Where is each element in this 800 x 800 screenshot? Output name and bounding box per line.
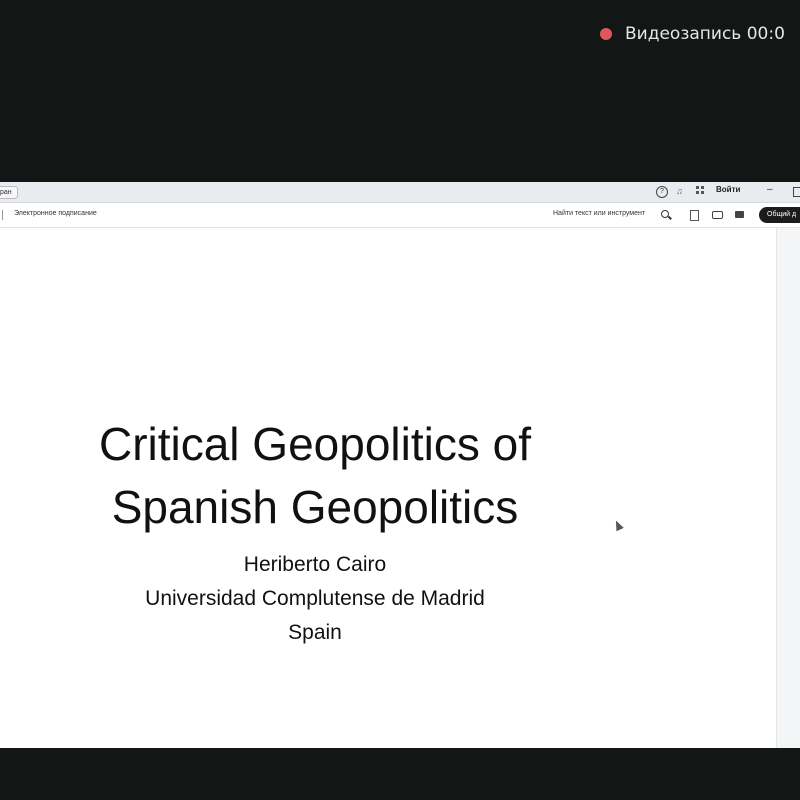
- maximize-icon[interactable]: [793, 187, 800, 197]
- e-sign-tool[interactable]: Электронное подписание: [14, 210, 97, 217]
- slide-affiliation: Universidad Complutense de Madrid: [145, 587, 485, 610]
- share-button[interactable]: Общий д: [759, 207, 800, 223]
- recording-indicator: Видеозапись 00:0: [600, 22, 785, 46]
- slide-author: Heriberto Cairo: [243, 553, 387, 576]
- apps-grid-icon[interactable]: [696, 186, 704, 194]
- slide-title-line-1: Critical Geopolitics of: [98, 418, 532, 470]
- record-dot-icon: [600, 28, 612, 40]
- slide-title-line-2: Spanish Geopolitics: [111, 481, 519, 533]
- window-tab[interactable]: ран: [0, 186, 18, 199]
- document-toolbar: Электронное подписание Найти текст или и…: [0, 203, 800, 228]
- minimize-button[interactable]: –: [767, 184, 773, 195]
- bell-icon[interactable]: ♫: [676, 186, 683, 196]
- login-button[interactable]: Войти: [716, 185, 740, 194]
- document-icon[interactable]: [690, 210, 699, 221]
- print-icon[interactable]: [712, 211, 723, 219]
- recording-label: Видеозапись 00:0: [625, 24, 785, 44]
- vertical-scrollbar[interactable]: [776, 228, 800, 748]
- mail-icon[interactable]: [735, 211, 744, 218]
- document-page: Critical Geopolitics of Spanish Geopolit…: [0, 228, 800, 748]
- slide-country: Spain: [288, 621, 342, 644]
- help-icon[interactable]: ?: [656, 186, 668, 198]
- search-icon[interactable]: [661, 210, 669, 218]
- shared-window: ран ? ♫ Войти – Электронное подписание Н…: [0, 182, 800, 748]
- toolbar-divider: [2, 210, 3, 220]
- search-input[interactable]: Найти текст или инструмент: [553, 210, 645, 217]
- window-titlebar: ран ? ♫ Войти –: [0, 182, 800, 203]
